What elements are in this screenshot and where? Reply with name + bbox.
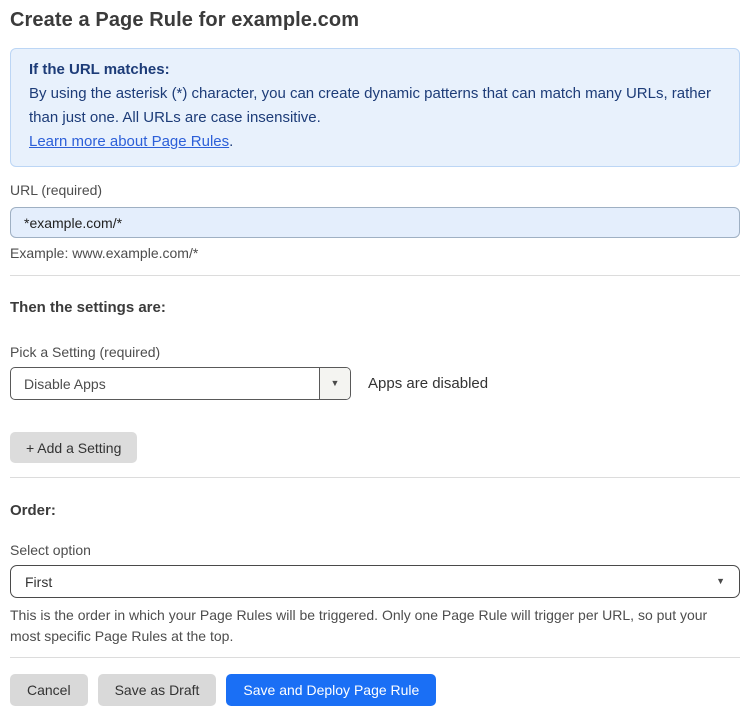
divider <box>10 477 740 478</box>
url-field-label: URL (required) <box>10 182 103 198</box>
setting-dropdown[interactable]: Disable Apps ▼ <box>10 367 351 400</box>
divider <box>10 657 740 658</box>
url-match-info-box: If the URL matches: By using the asteris… <box>10 48 740 167</box>
page-rule-form: Create a Page Rule for example.com If th… <box>0 0 750 718</box>
add-setting-button[interactable]: + Add a Setting <box>10 432 138 463</box>
order-select[interactable]: First ▼ <box>10 565 740 598</box>
caret-down-icon: ▼ <box>716 576 725 586</box>
order-helper-text: This is the order in which your Page Rul… <box>10 607 708 644</box>
order-section-heading: Order: <box>10 502 56 519</box>
setting-dropdown-value: Disable Apps <box>24 375 106 392</box>
order-select-label: Select option <box>10 542 91 558</box>
footer-actions: Cancel Save as Draft Save and Deploy Pag… <box>10 674 740 706</box>
save-and-deploy-button[interactable]: Save and Deploy Page Rule <box>226 674 437 706</box>
settings-section-heading: Then the settings are: <box>10 299 166 316</box>
url-example-helper: Example: www.example.com/* <box>10 245 199 261</box>
page-title: Create a Page Rule for example.com <box>10 9 360 31</box>
caret-down-icon: ▼ <box>330 378 340 388</box>
order-select-value: First <box>25 573 53 590</box>
info-box-link-line: Learn more about Page Rules. <box>29 130 721 154</box>
url-input[interactable] <box>10 207 740 238</box>
pick-setting-label: Pick a Setting (required) <box>10 344 161 360</box>
info-box-heading: If the URL matches: <box>29 61 170 78</box>
info-box-body: By using the asterisk (*) character, you… <box>29 85 711 126</box>
setting-dropdown-arrow-button[interactable]: ▼ <box>319 368 350 399</box>
setting-status-text: Apps are disabled <box>368 375 489 392</box>
save-as-draft-button[interactable]: Save as Draft <box>97 674 217 706</box>
divider <box>10 275 740 276</box>
setting-row: Disable Apps ▼ Apps are disabled <box>10 367 740 400</box>
link-suffix: . <box>229 133 234 150</box>
cancel-button[interactable]: Cancel <box>10 674 88 706</box>
learn-more-link[interactable]: Learn more about Page Rules <box>29 133 229 150</box>
